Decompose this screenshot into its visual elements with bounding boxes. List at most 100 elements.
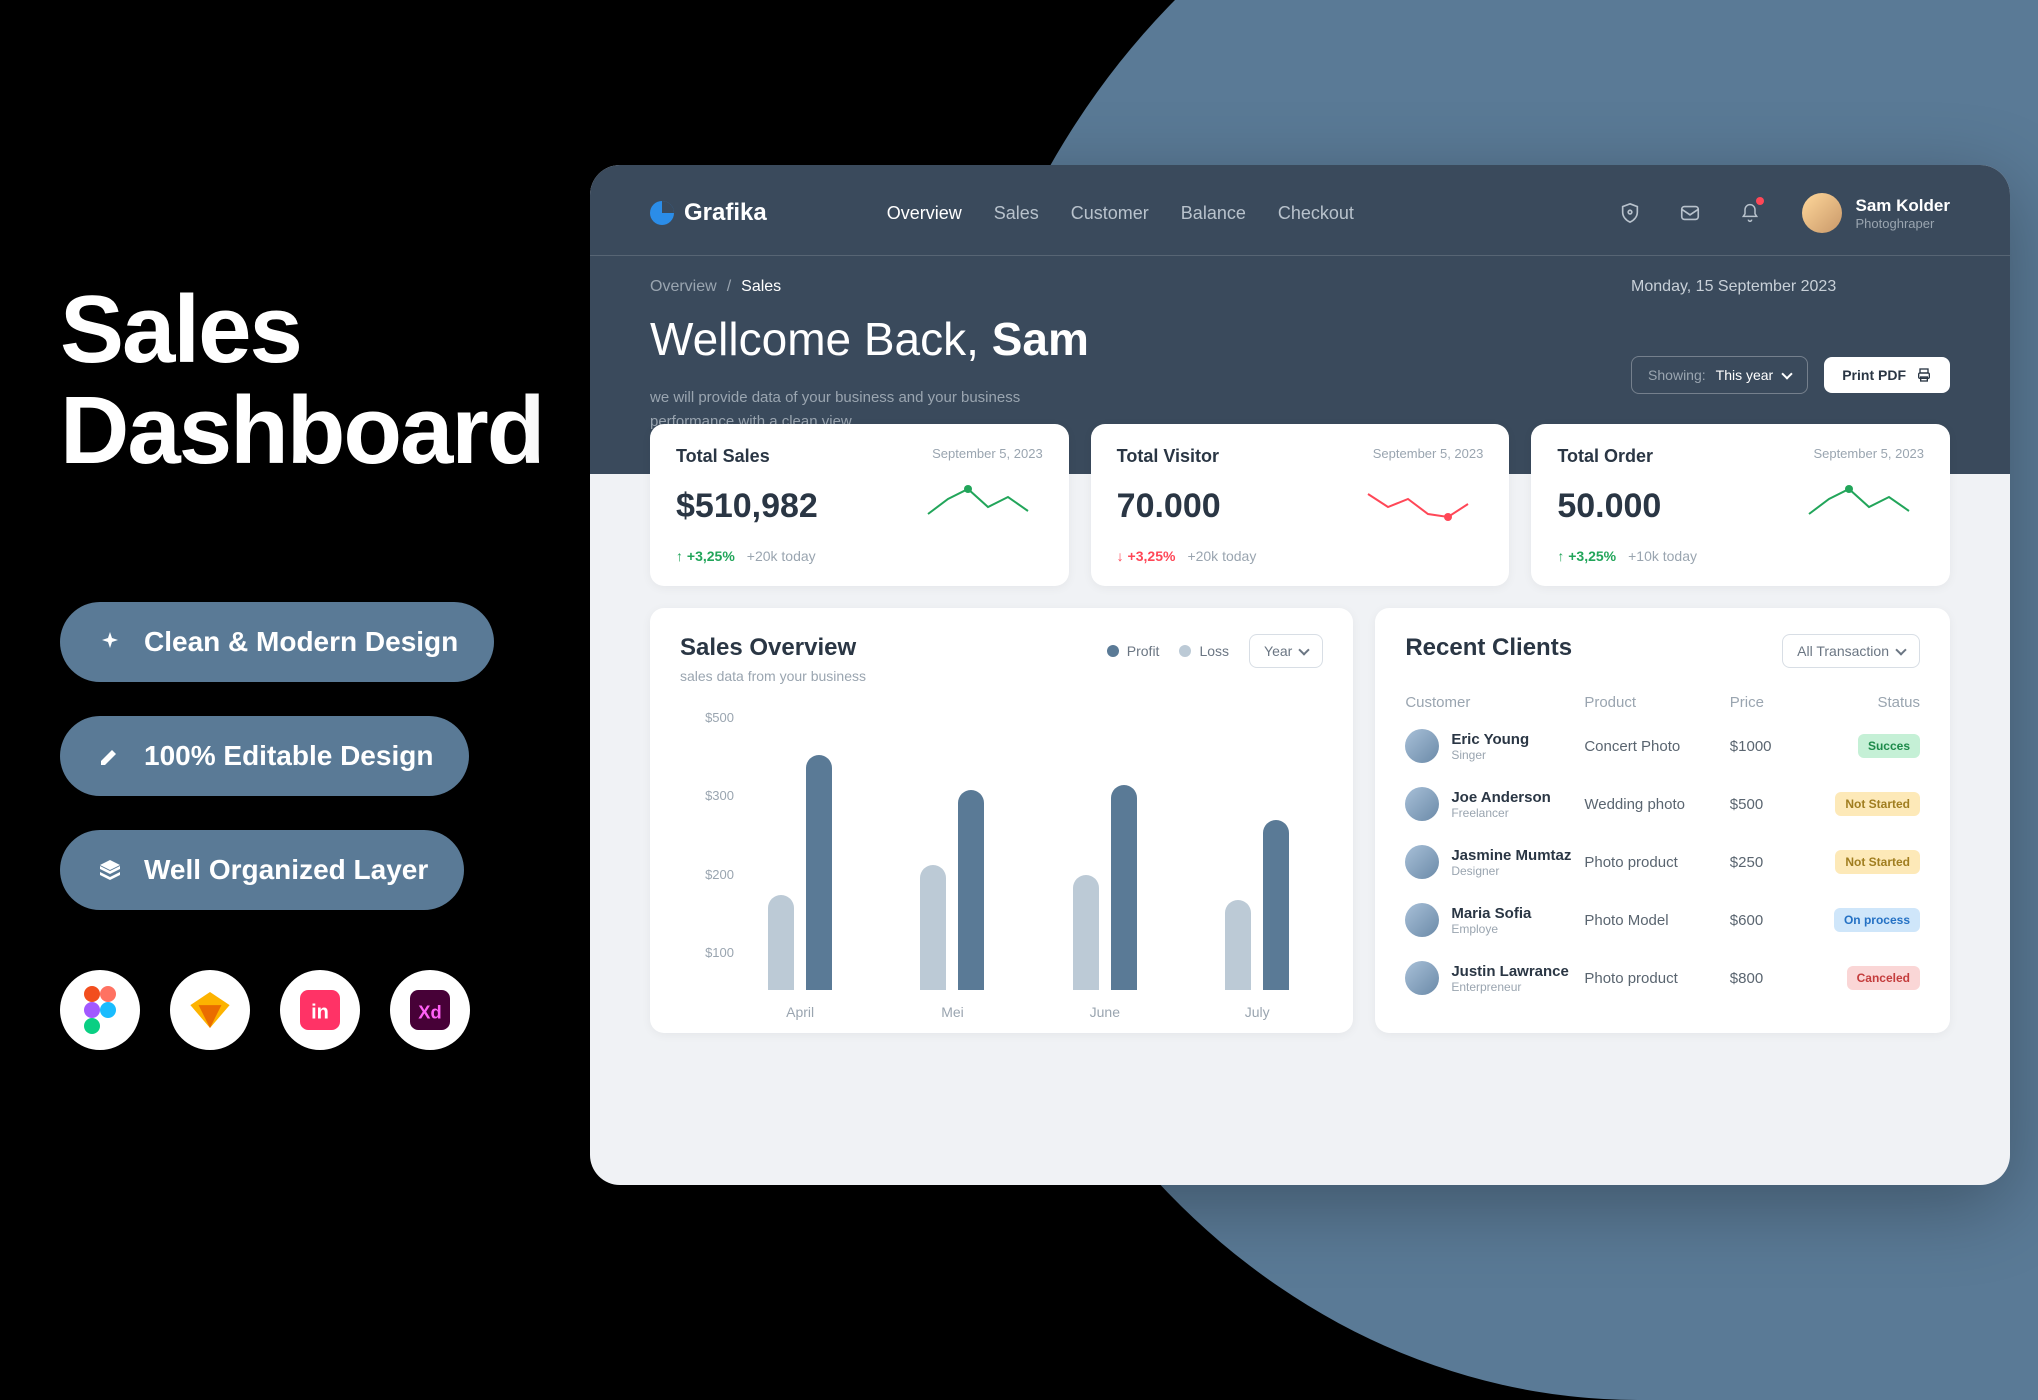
promo-title-line2: Dashboard [60, 377, 543, 484]
bar-group: Mei [906, 740, 998, 990]
client-role: Designer [1451, 864, 1571, 878]
overview-subtitle: sales data from your business [680, 668, 866, 684]
sparkline [1363, 479, 1483, 534]
stat-card: Total SalesSeptember 5, 2023 $510,982 ↑ … [650, 424, 1069, 586]
avatar [1405, 845, 1439, 879]
showing-select[interactable]: Showing: This year [1631, 356, 1808, 394]
crumb-sales: Sales [741, 278, 781, 296]
bar-group: July [1211, 740, 1303, 990]
client-price: $1000 [1730, 738, 1808, 755]
avatar [1405, 729, 1439, 763]
sparkline [1804, 479, 1924, 534]
overview-title: Sales Overview [680, 634, 866, 662]
table-row[interactable]: Justin LawranceEnterpreneur Photo produc… [1405, 949, 1920, 1007]
recent-clients-panel: Recent Clients All Transaction Customer … [1375, 608, 1950, 1033]
bar-group: June [1059, 740, 1151, 990]
transaction-filter[interactable]: All Transaction [1782, 634, 1920, 668]
period-select[interactable]: Year [1249, 634, 1323, 668]
brand-name: Grafika [684, 199, 767, 227]
bar-loss [1073, 875, 1099, 990]
stat-date: September 5, 2023 [1813, 446, 1924, 461]
client-name: Jasmine Mumtaz [1451, 847, 1571, 864]
user-menu[interactable]: Sam Kolder Photoghraper [1802, 193, 1950, 233]
stat-value: 70.000 [1117, 487, 1221, 526]
client-product: Photo product [1584, 854, 1729, 871]
clients-table-header: Customer Product Price Status [1405, 688, 1920, 717]
nav-balance[interactable]: Balance [1181, 203, 1246, 224]
topbar-actions: Sam Kolder Photoghraper [1612, 193, 1950, 233]
topbar: Grafika Overview Sales Customer Balance Chec… [650, 193, 1950, 233]
bar-loss [768, 895, 794, 990]
bar-label: April [786, 1004, 814, 1020]
shield-icon[interactable] [1612, 195, 1648, 231]
welcome-heading: Wellcome Back, Sam [650, 312, 1089, 366]
stat-card: Total VisitorSeptember 5, 2023 70.000 ↓ … [1091, 424, 1510, 586]
status-badge: Canceled [1847, 966, 1920, 990]
col-customer: Customer [1405, 694, 1584, 711]
client-role: Singer [1451, 748, 1529, 762]
col-product: Product [1584, 694, 1729, 711]
y-tick: $300 [680, 788, 734, 803]
bar-profit [806, 755, 832, 990]
client-product: Photo product [1584, 970, 1729, 987]
status-badge: Not Started [1835, 792, 1920, 816]
client-product: Photo Model [1584, 912, 1729, 929]
crumb-overview[interactable]: Overview [650, 278, 717, 296]
stat-title: Total Order [1557, 446, 1653, 467]
table-row[interactable]: Jasmine MumtazDesigner Photo product $25… [1405, 833, 1920, 891]
current-date: Monday, 15 September 2023 [1631, 278, 1950, 296]
bar-chart: $500$300$200$100 April Mei June July [680, 710, 1323, 990]
stat-value: $510,982 [676, 487, 818, 526]
print-label: Print PDF [1842, 367, 1906, 383]
nav-checkout[interactable]: Checkout [1278, 203, 1354, 224]
bar-label: June [1090, 1004, 1120, 1020]
bar-profit [1111, 785, 1137, 990]
nav-overview[interactable]: Overview [887, 203, 962, 224]
y-tick: $500 [680, 710, 734, 725]
xd-icon: Xd [390, 970, 470, 1050]
client-name: Joe Anderson [1451, 789, 1550, 806]
bar-group: April [754, 740, 846, 990]
pill-label: Clean & Modern Design [144, 626, 458, 658]
client-price: $250 [1730, 854, 1808, 871]
table-row[interactable]: Joe AndersonFreelancer Wedding photo $50… [1405, 775, 1920, 833]
stat-delta: ↓ +3,25% [1117, 548, 1176, 564]
avatar [1405, 787, 1439, 821]
stat-value: 50.000 [1557, 487, 1661, 526]
printer-icon [1916, 367, 1932, 383]
table-row[interactable]: Eric YoungSinger Concert Photo $1000 Suc… [1405, 717, 1920, 775]
bar-profit [958, 790, 984, 990]
promo-panel: Sales Dashboard Clean & Modern Design 100… [60, 280, 543, 1050]
client-product: Concert Photo [1584, 738, 1729, 755]
col-price: Price [1730, 694, 1808, 711]
pill-label: Well Organized Layer [144, 854, 428, 886]
sparkle-icon [96, 628, 124, 656]
promo-title: Sales Dashboard [60, 280, 543, 482]
user-role: Photoghraper [1856, 216, 1950, 231]
print-pdf-button[interactable]: Print PDF [1824, 357, 1950, 393]
nav-sales[interactable]: Sales [994, 203, 1039, 224]
notification-badge [1756, 197, 1764, 205]
welcome-prefix: Wellcome Back, [650, 313, 992, 365]
status-badge: Succes [1858, 734, 1920, 758]
stats-row: Total SalesSeptember 5, 2023 $510,982 ↑ … [590, 424, 2010, 586]
y-tick: $100 [680, 945, 734, 960]
crumb-sep: / [727, 278, 731, 296]
promo-pill: Clean & Modern Design [60, 602, 494, 682]
bell-icon[interactable] [1732, 195, 1768, 231]
clients-title: Recent Clients [1405, 634, 1572, 662]
client-role: Freelancer [1451, 806, 1550, 820]
showing-value: This year [1716, 367, 1774, 383]
client-name: Eric Young [1451, 731, 1529, 748]
nav-customer[interactable]: Customer [1071, 203, 1149, 224]
bar-label: July [1245, 1004, 1270, 1020]
mail-icon[interactable] [1672, 195, 1708, 231]
logo[interactable]: Grafika [650, 199, 767, 227]
table-row[interactable]: Maria SofiaEmploye Photo Model $600 On p… [1405, 891, 1920, 949]
client-price: $500 [1730, 796, 1808, 813]
avatar [1802, 193, 1842, 233]
pill-label: 100% Editable Design [144, 740, 433, 772]
bar-profit [1263, 820, 1289, 990]
stat-card: Total OrderSeptember 5, 2023 50.000 ↑ +3… [1531, 424, 1950, 586]
chevron-down-icon [1895, 644, 1906, 655]
